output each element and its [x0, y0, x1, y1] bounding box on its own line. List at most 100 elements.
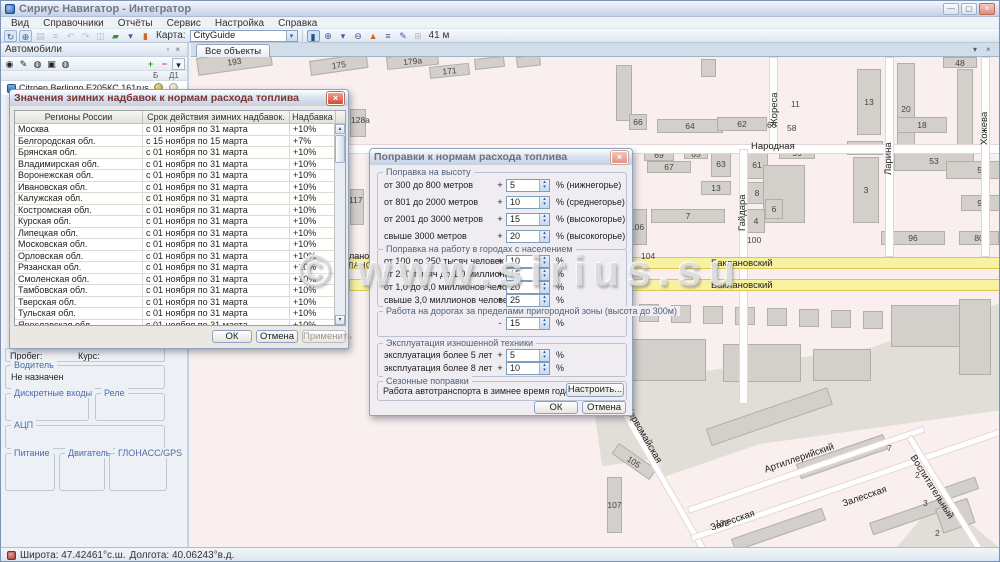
zoom-out-icon[interactable]: ⊖: [352, 30, 365, 42]
dropdown-icon[interactable]: ▾: [124, 30, 137, 42]
edit-list-icon[interactable]: ▤: [34, 30, 47, 42]
table-row[interactable]: Воронежская обл. с 01 ноября по 31 марта…: [15, 170, 345, 182]
fuel-dialog-titlebar[interactable]: Поправки к нормам расхода топлива ×: [370, 149, 632, 165]
region-cell[interactable]: Белгородская обл.: [15, 136, 143, 147]
surcharge-cell[interactable]: +10%: [290, 297, 336, 308]
column-d1[interactable]: Д1: [169, 71, 179, 80]
region-cell[interactable]: Липецкая обл.: [15, 228, 143, 239]
scroll-down-icon[interactable]: ▾: [335, 315, 345, 325]
surcharge-cell[interactable]: +7%: [290, 136, 336, 147]
fuel-ok-button[interactable]: ОК: [534, 401, 578, 414]
surcharge-cell[interactable]: +10%: [290, 205, 336, 216]
region-cell[interactable]: Тамбовская обл.: [15, 285, 143, 296]
spinner-value[interactable]: 15: [510, 318, 520, 328]
period-cell[interactable]: с 01 ноября по 31 марта: [143, 262, 290, 273]
spinner-input[interactable]: 15▴▾: [506, 213, 550, 226]
table-row[interactable]: Белгородская обл. с 15 ноября по 15 март…: [15, 136, 345, 148]
surcharge-cell[interactable]: +10%: [290, 124, 336, 135]
table-row[interactable]: Костромская обл. с 01 ноября по 31 марта…: [15, 205, 345, 217]
table-row[interactable]: Московская обл. с 01 ноября по 31 марта …: [15, 239, 345, 251]
col-period[interactable]: Срок действия зимних надбавок.: [143, 111, 290, 123]
spinner-value[interactable]: 5: [510, 180, 515, 190]
winter-dialog-close-icon[interactable]: ×: [327, 92, 344, 105]
surcharge-cell[interactable]: +10%: [290, 216, 336, 227]
table-row[interactable]: Курская обл. с 01 ноября по 31 марта +10…: [15, 216, 345, 228]
menu-item[interactable]: Отчёты: [112, 18, 159, 29]
table-row[interactable]: Калужская обл. с 01 ноября по 31 марта +…: [15, 193, 345, 205]
camera-icon[interactable]: ▣: [45, 58, 58, 70]
region-cell[interactable]: Калужская обл.: [15, 193, 143, 204]
period-cell[interactable]: с 01 ноября по 31 марта: [143, 251, 290, 262]
minimize-button[interactable]: —: [943, 3, 959, 15]
scrollbar-thumb[interactable]: [335, 135, 345, 163]
region-cell[interactable]: Ярославская обл.: [15, 320, 143, 327]
track-slider-icon[interactable]: ▮: [307, 30, 320, 42]
chart-icon[interactable]: ▮: [139, 30, 152, 42]
table-row[interactable]: Тамбовская обл. с 01 ноября по 31 марта …: [15, 285, 345, 297]
scroll-up-icon[interactable]: ▴: [335, 124, 345, 134]
list-icon[interactable]: ≡: [382, 30, 395, 42]
remove-vehicle-button[interactable]: −: [158, 58, 171, 70]
period-cell[interactable]: с 01 ноября по 31 марта: [143, 124, 290, 135]
spinner-input[interactable]: 10▴▾: [506, 362, 550, 375]
region-cell[interactable]: Тульская обл.: [15, 308, 143, 319]
spinner-input[interactable]: 5▴▾: [506, 179, 550, 192]
refresh-icon[interactable]: ↻: [4, 30, 17, 42]
region-cell[interactable]: Воронежская обл.: [15, 170, 143, 181]
period-cell[interactable]: с 01 ноября по 31 марта: [143, 182, 290, 193]
spinner-arrows-icon[interactable]: ▴▾: [539, 214, 549, 225]
table-row[interactable]: Ярославская обл. с 01 ноября по 31 марта…: [15, 320, 345, 327]
menu-item[interactable]: Сервис: [161, 18, 207, 29]
spinner-arrows-icon[interactable]: ▴▾: [539, 350, 549, 361]
period-cell[interactable]: с 01 ноября по 31 марта: [143, 308, 290, 319]
col-value[interactable]: Надбавка: [290, 111, 336, 123]
region-cell[interactable]: Орловская обл.: [15, 251, 143, 262]
spinner-arrows-icon[interactable]: ▴▾: [539, 363, 549, 374]
chevron-down-icon[interactable]: ▾: [286, 31, 297, 41]
maximize-button[interactable]: ▢: [961, 3, 977, 15]
region-cell[interactable]: Курская обл.: [15, 216, 143, 227]
spinner-value[interactable]: 20: [510, 231, 520, 241]
menu-item[interactable]: Вид: [5, 18, 35, 29]
search-icon[interactable]: ⊕: [19, 30, 32, 42]
region-cell[interactable]: Москва: [15, 124, 143, 135]
surcharge-cell[interactable]: +10%: [290, 320, 336, 327]
menu-item[interactable]: Настройка: [209, 18, 270, 29]
table-row[interactable]: Рязанская обл. с 01 ноября по 31 марта +…: [15, 262, 345, 274]
winter-apply-button[interactable]: Применить: [302, 330, 346, 343]
home-icon[interactable]: ▲: [367, 30, 380, 42]
tab-menu-icon[interactable]: ▾: [973, 45, 977, 54]
spinner-input[interactable]: 15▴▾: [506, 317, 550, 330]
add-vehicle-button[interactable]: +: [144, 58, 157, 70]
period-cell[interactable]: с 01 ноября по 31 марта: [143, 193, 290, 204]
table-row[interactable]: Ивановская обл. с 01 ноября по 31 марта …: [15, 182, 345, 194]
region-cell[interactable]: Рязанская обл.: [15, 262, 143, 273]
notes-icon[interactable]: ✎: [397, 30, 410, 42]
menu-item[interactable]: Справочники: [37, 18, 110, 29]
table-row[interactable]: Липецкая обл. с 01 ноября по 31 марта +1…: [15, 228, 345, 240]
close-button[interactable]: ×: [979, 3, 995, 15]
period-cell[interactable]: с 01 ноября по 31 марта: [143, 159, 290, 170]
table-row[interactable]: Владимирская обл. с 01 ноября по 31 март…: [15, 159, 345, 171]
region-cell[interactable]: Смоленская обл.: [15, 274, 143, 285]
period-cell[interactable]: с 01 ноября по 31 марта: [143, 216, 290, 227]
view-dropdown-icon[interactable]: ▾: [172, 58, 185, 70]
spinner-arrows-icon[interactable]: ▴▾: [539, 231, 549, 242]
checkbox-icon[interactable]: ⊞: [412, 30, 425, 42]
table-row[interactable]: Орловская обл. с 01 ноября по 31 марта +…: [15, 251, 345, 263]
region-cell[interactable]: Тверская обл.: [15, 297, 143, 308]
period-cell[interactable]: с 01 ноября по 31 марта: [143, 285, 290, 296]
pin-icon[interactable]: ▫: [163, 45, 172, 54]
undo-icon[interactable]: ↶: [64, 30, 77, 42]
period-cell[interactable]: с 01 ноября по 31 марта: [143, 170, 290, 181]
fuel-dialog-close-icon[interactable]: ×: [611, 151, 628, 164]
period-cell[interactable]: с 01 ноября по 31 марта: [143, 147, 290, 158]
col-region[interactable]: Регионы России: [15, 111, 143, 123]
wrench-icon[interactable]: ✎: [17, 58, 30, 70]
layers-icon[interactable]: ≡: [49, 30, 62, 42]
menu-item[interactable]: Справка: [272, 18, 323, 29]
winter-ok-button[interactable]: ОК: [212, 330, 252, 343]
period-cell[interactable]: с 01 ноября по 31 марта: [143, 228, 290, 239]
globe-green-icon[interactable]: ◍: [31, 58, 44, 70]
spinner-value[interactable]: 10: [510, 197, 520, 207]
